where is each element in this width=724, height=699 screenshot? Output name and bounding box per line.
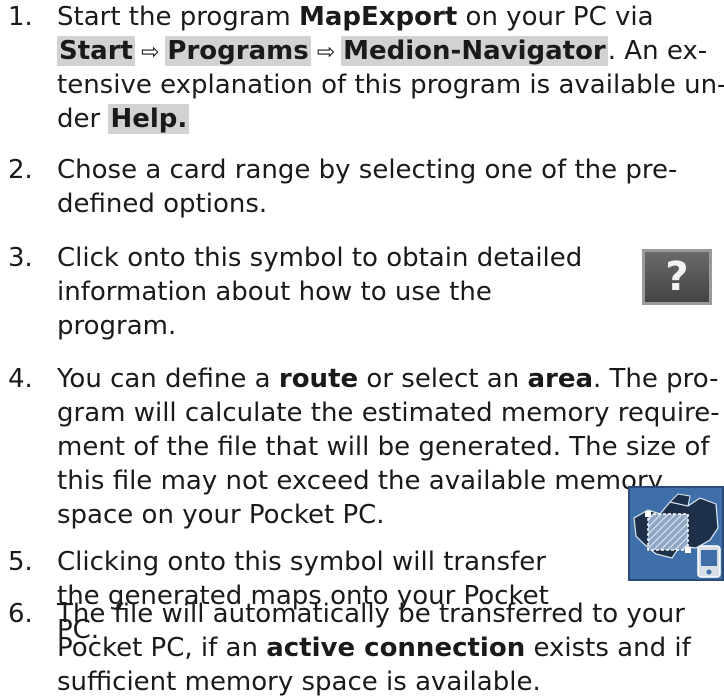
menu-path-medion-navigator: Medion-Navigator xyxy=(341,36,608,66)
text-run: . The pro- xyxy=(593,364,719,394)
step-number: 2. xyxy=(8,155,33,185)
text-line: information about how to use the xyxy=(57,277,492,307)
map-transfer-graphic xyxy=(630,488,722,579)
text-run: on your PC via xyxy=(457,2,654,32)
step-number: 3. xyxy=(8,243,33,273)
step-text: Start the program MapExport on your PC v… xyxy=(57,0,724,136)
keyword-route: route xyxy=(278,364,359,394)
text-line: Start the program MapExport on your PC v… xyxy=(57,0,724,34)
text-line: this file may not exceed the available m… xyxy=(57,466,664,496)
text-line: Click onto this symbol to obtain detaile… xyxy=(57,243,583,273)
step-text: The file will automatically be transferr… xyxy=(57,597,691,699)
step-text: You can define a route or select an area… xyxy=(57,362,720,532)
text-line: space on your Pocket PC. xyxy=(57,500,385,530)
menu-path-programs: Programs xyxy=(165,36,311,66)
step-text: Click onto this symbol to obtain detaile… xyxy=(57,241,582,343)
text-run: You can define a xyxy=(57,364,279,394)
text-line: der Help. xyxy=(57,102,724,136)
program-name: MapExport xyxy=(298,2,458,32)
step-number: 5. xyxy=(8,547,33,577)
text-run: der xyxy=(57,104,109,134)
step-number: 4. xyxy=(8,364,33,394)
step-number: 6. xyxy=(8,599,33,629)
text-run: exists and if xyxy=(525,633,691,663)
text-run: Start the program xyxy=(57,2,299,32)
arrow-right-icon: ⇨ xyxy=(316,40,336,65)
text-line: Pocket PC, if an active connection exist… xyxy=(57,631,691,665)
text-line: ment of the file that will be generated.… xyxy=(57,432,710,462)
text-line: tensive explanation of this program is a… xyxy=(57,70,724,100)
keyword-active-connection: active connection xyxy=(266,633,526,663)
text-line: defined options. xyxy=(57,189,268,219)
keyword-area: area xyxy=(527,364,594,394)
step-text: Chose a card range by selecting one of t… xyxy=(57,153,677,221)
text-run: Pocket PC, if an xyxy=(57,633,267,663)
text-line: Chose a card range by selecting one of t… xyxy=(57,155,678,185)
menu-path-help: Help. xyxy=(108,104,190,134)
text-line: program. xyxy=(57,311,177,341)
text-run: . An ex- xyxy=(607,36,708,66)
step-number: 1. xyxy=(8,2,33,32)
text-line: The file will automatically be transferr… xyxy=(57,599,685,629)
text-line: sufficient memory space is available. xyxy=(57,667,541,697)
text-run: or select an xyxy=(358,364,528,394)
instruction-list: 1. Start the program MapExport on your P… xyxy=(0,0,724,698)
arrow-right-icon: ⇨ xyxy=(140,40,160,65)
text-line: You can define a route or select an area… xyxy=(57,362,720,396)
text-line: Clicking onto this symbol will transfer xyxy=(57,547,546,577)
text-line: Start ⇨ Programs ⇨ Medion-Navigator. An ex- xyxy=(57,34,724,68)
text-line: gram will calculate the estimated memory… xyxy=(57,398,720,428)
map-transfer-icon xyxy=(628,486,724,581)
question-mark-icon: ? xyxy=(642,249,712,305)
menu-path-start: Start xyxy=(57,36,135,66)
